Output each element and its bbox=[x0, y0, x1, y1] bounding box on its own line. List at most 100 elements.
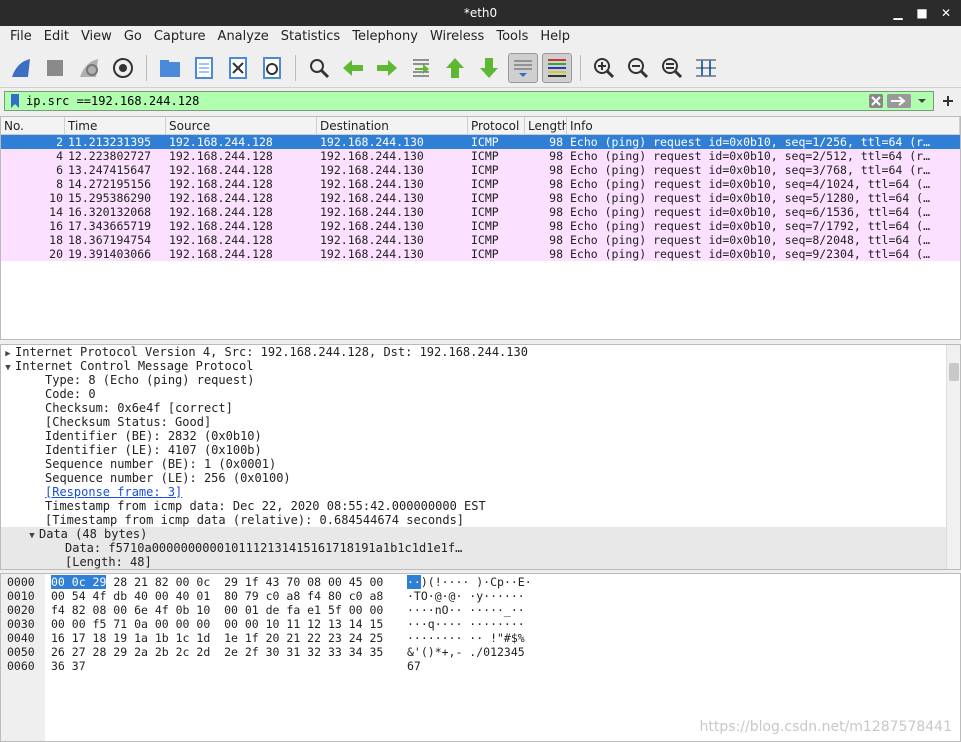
detail-seq-be[interactable]: Sequence number (BE): 1 (0x0001) bbox=[1, 457, 960, 471]
hex-bytes-text: 26 27 28 29 2a 2b 2c 2d 2e 2f 30 31 32 3… bbox=[51, 645, 384, 659]
packet-cell-time: 14.272195156 bbox=[68, 177, 152, 191]
menu-statistics[interactable]: Statistics bbox=[275, 26, 346, 48]
packet-cell-src: 192.168.244.128 bbox=[169, 191, 273, 205]
menu-wireless[interactable]: Wireless bbox=[424, 26, 490, 48]
first-packet-icon[interactable] bbox=[440, 53, 470, 83]
hex-ascii: ········ ·· !"#$% bbox=[407, 631, 525, 645]
detail-response-frame[interactable]: [Response frame: 3] bbox=[1, 485, 960, 499]
col-time[interactable]: Time bbox=[65, 117, 166, 134]
packet-row[interactable]: 2 11.213231395 192.168.244.128 192.168.244.… bbox=[1, 135, 960, 149]
packet-cell-len: 98 bbox=[549, 163, 563, 177]
packet-row[interactable]: 16 17.343665719 192.168.244.128 192.168.244… bbox=[1, 219, 960, 233]
filter-dropdown-icon[interactable] bbox=[915, 94, 929, 108]
packet-cell-len: 98 bbox=[549, 191, 563, 205]
restart-capture-icon[interactable] bbox=[74, 53, 104, 83]
packet-cell-src: 192.168.244.128 bbox=[169, 219, 273, 233]
col-protocol[interactable]: Protocol bbox=[468, 117, 525, 134]
packet-cell-info: Echo (ping) request id=0x0b10, seq=1/256… bbox=[570, 135, 931, 149]
capture-options-icon[interactable] bbox=[108, 53, 138, 83]
packet-row[interactable]: 8 14.272195156 192.168.244.128 192.168.244.… bbox=[1, 177, 960, 191]
detail-seq-le[interactable]: Sequence number (LE): 256 (0x0100) bbox=[1, 471, 960, 485]
last-packet-icon[interactable] bbox=[474, 53, 504, 83]
packet-row[interactable]: 6 13.247415647 192.168.244.128 192.168.244.… bbox=[1, 163, 960, 177]
hex-row[interactable]: 0040 16 17 18 19 1a 1b 1c 1d 1e 1f 20 21 … bbox=[1, 631, 525, 645]
minimize-icon[interactable]: ▁ bbox=[891, 6, 905, 20]
start-capture-icon[interactable] bbox=[6, 53, 36, 83]
maximize-icon[interactable]: ■ bbox=[915, 6, 929, 20]
save-file-icon[interactable] bbox=[189, 53, 219, 83]
packet-row[interactable]: 4 12.223802727 192.168.244.128 192.168.244.… bbox=[1, 149, 960, 163]
details-scrollbar[interactable] bbox=[946, 345, 960, 569]
detail-timestamp-relative[interactable]: [Timestamp from icmp data (relative): 0.… bbox=[1, 513, 960, 527]
zoom-in-icon[interactable] bbox=[589, 53, 619, 83]
detail-ip[interactable]: ▶ Internet Protocol Version 4, Src: 192.1… bbox=[1, 345, 960, 359]
scrollbar-thumb[interactable] bbox=[949, 363, 959, 381]
packet-row[interactable]: 14 16.320132068 192.168.244.128 192.168.244… bbox=[1, 205, 960, 219]
close-file-icon[interactable] bbox=[223, 53, 253, 83]
go-to-packet-icon[interactable] bbox=[406, 53, 436, 83]
detail-code[interactable]: Code: 0 bbox=[1, 387, 960, 401]
hex-row[interactable]: 0020 f4 82 08 00 6e 4f 0b 10 00 01 de fa … bbox=[1, 603, 525, 617]
hex-row[interactable]: 0060 36 37 67 bbox=[1, 659, 421, 673]
detail-id-le[interactable]: Identifier (LE): 4107 (0x100b) bbox=[1, 443, 960, 457]
zoom-out-icon[interactable] bbox=[623, 53, 653, 83]
zoom-normal-icon[interactable] bbox=[657, 53, 687, 83]
open-file-icon[interactable] bbox=[155, 53, 185, 83]
menu-analyze[interactable]: Analyze bbox=[212, 26, 275, 48]
hex-row[interactable]: 0000 00 0c 29 28 21 82 00 0c 29 1f 43 70 … bbox=[1, 575, 532, 589]
packet-cell-len: 98 bbox=[549, 233, 563, 247]
menu-capture[interactable]: Capture bbox=[148, 26, 212, 48]
bookmark-icon[interactable] bbox=[8, 93, 22, 109]
apply-filter-icon[interactable] bbox=[887, 94, 911, 108]
window-titlebar: *eth0 ▁ ■ ✕ bbox=[0, 0, 961, 26]
resize-columns-icon[interactable] bbox=[691, 53, 721, 83]
packet-row[interactable]: 20 19.391403066 192.168.244.128 192.168.244… bbox=[1, 247, 960, 261]
autoscroll-icon[interactable] bbox=[508, 52, 538, 83]
packet-cell-len: 98 bbox=[549, 219, 563, 233]
close-icon[interactable]: ✕ bbox=[939, 6, 953, 20]
detail-timestamp[interactable]: Timestamp from icmp data: Dec 22, 2020 0… bbox=[1, 499, 960, 513]
go-back-icon[interactable] bbox=[338, 53, 368, 83]
col-no[interactable]: No. bbox=[1, 117, 65, 134]
colorize-icon[interactable] bbox=[542, 52, 572, 83]
menu-view[interactable]: View bbox=[75, 26, 118, 48]
hex-row[interactable]: 0050 26 27 28 29 2a 2b 2c 2d 2e 2f 30 31 … bbox=[1, 645, 525, 659]
find-packet-icon[interactable] bbox=[304, 53, 334, 83]
packet-cell-dst: 192.168.244.130 bbox=[320, 191, 424, 205]
packet-row[interactable]: 18 18.367194754 192.168.244.128 192.168.244… bbox=[1, 233, 960, 247]
detail-data-length[interactable]: [Length: 48] bbox=[1, 555, 960, 569]
detail-icmp[interactable]: ▼ Internet Control Message Protocol bbox=[1, 359, 960, 373]
menu-edit[interactable]: Edit bbox=[38, 26, 75, 48]
detail-id-be[interactable]: Identifier (BE): 2832 (0x0b10) bbox=[1, 429, 960, 443]
menu-file[interactable]: File bbox=[4, 26, 38, 48]
packet-cell-no: 16 bbox=[49, 219, 63, 233]
detail-checksum-status[interactable]: [Checksum Status: Good] bbox=[1, 415, 960, 429]
response-frame-link[interactable]: [Response frame: 3] bbox=[45, 485, 182, 499]
menu-tools[interactable]: Tools bbox=[490, 26, 534, 48]
detail-data[interactable]: ▼ Data (48 bytes) bbox=[1, 527, 960, 541]
menu-go[interactable]: Go bbox=[118, 26, 148, 48]
watermark: https://blog.csdn.net/m1287578441 bbox=[699, 719, 952, 735]
col-info[interactable]: Info bbox=[567, 117, 960, 134]
col-length[interactable]: Length bbox=[525, 117, 567, 134]
col-destination[interactable]: Destination bbox=[317, 117, 468, 134]
go-forward-icon[interactable] bbox=[372, 53, 402, 83]
menubar: File Edit View Go Capture Analyze Statis… bbox=[0, 26, 961, 48]
col-source[interactable]: Source bbox=[166, 117, 317, 134]
hex-row[interactable]: 0010 00 54 4f db 40 00 40 01 80 79 c0 a8 … bbox=[1, 589, 525, 603]
packet-cell-info: Echo (ping) request id=0x0b10, seq=3/768… bbox=[570, 163, 931, 177]
detail-checksum[interactable]: Checksum: 0x6e4f [correct] bbox=[1, 401, 960, 415]
detail-type[interactable]: Type: 8 (Echo (ping) request) bbox=[1, 373, 960, 387]
hex-offset: 0010 bbox=[7, 589, 35, 603]
menu-telephony[interactable]: Telephony bbox=[346, 26, 424, 48]
packet-row[interactable]: 10 15.295386290 192.168.244.128 192.168.244… bbox=[1, 191, 960, 205]
stop-capture-icon[interactable] bbox=[40, 53, 70, 83]
menu-help[interactable]: Help bbox=[534, 26, 576, 48]
add-filter-button-icon[interactable] bbox=[940, 93, 956, 109]
display-filter-input[interactable] bbox=[22, 92, 869, 110]
packet-cell-no: 20 bbox=[49, 247, 63, 261]
detail-data-value[interactable]: Data: f5710a0000000000101112131415161718… bbox=[1, 541, 960, 555]
hex-row[interactable]: 0030 00 00 f5 71 0a 00 00 00 00 00 10 11 … bbox=[1, 617, 525, 631]
clear-filter-icon[interactable] bbox=[869, 94, 883, 108]
reload-file-icon[interactable] bbox=[257, 53, 287, 83]
